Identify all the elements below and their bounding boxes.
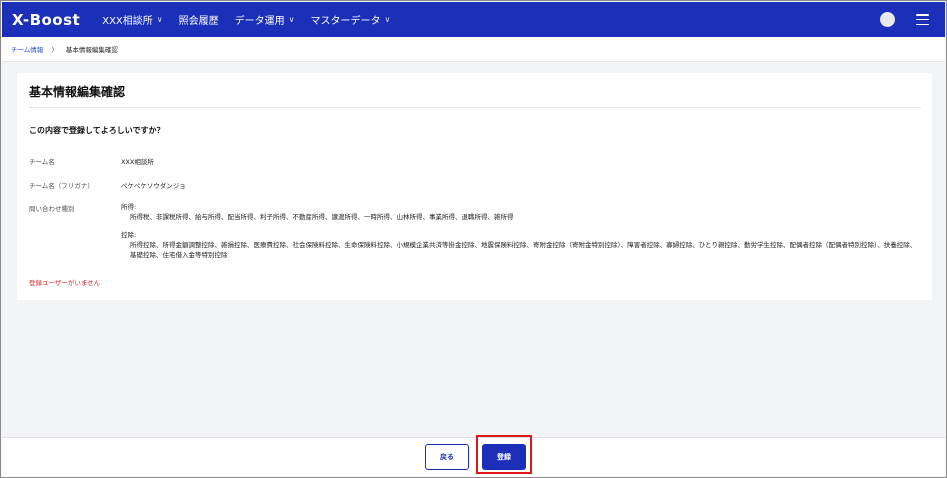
inquiry-income-block: 所得: 所得税、非課税所得、給与所得、配当所得、利子所得、不動産所得、譲渡所得、… [121, 202, 921, 222]
nav-item-master-data[interactable]: マスターデータ ∨ [311, 12, 391, 27]
inquiry-type-label: 問い合わせ種別 [29, 205, 75, 213]
inquiry-deduction-block: 控除: 所得控除、所得金額調整控除、雑損控除、医療費控除、社会保険料控除、生命保… [121, 230, 921, 260]
breadcrumb-link-team-info[interactable]: チーム情報 [11, 44, 43, 54]
chevron-down-icon: ∨ [156, 15, 163, 24]
nav-item-history[interactable]: 照会履歴 [179, 12, 219, 27]
nav-item-label: データ運用 [234, 16, 285, 27]
chevron-right-icon: 〉 [51, 46, 58, 54]
team-kana-value: ペケペケソウダンジョ [121, 182, 186, 190]
breadcrumb-current: 基本情報編集確認 [65, 46, 118, 54]
nav-item-data-ops[interactable]: データ運用 ∨ [235, 12, 295, 27]
main-nav: XXX相談所 ∨ 照会履歴 データ運用 ∨ マスターデータ ∨ [102, 12, 406, 27]
income-items: 所得税、非課税所得、給与所得、配当所得、利子所得、不動産所得、譲渡所得、一時所得… [130, 213, 514, 221]
chevron-down-icon: ∨ [288, 15, 295, 24]
app-logo[interactable]: X-Boost [12, 11, 80, 29]
team-name-label: チーム名 [29, 158, 55, 166]
no-users-warning: 登録ユーザーがいません [29, 279, 101, 287]
page-title: 基本情報編集確認 [29, 85, 126, 99]
confirmation-card: 基本情報編集確認 この内容で登録してよろしいですか？ チーム名 XXX相談所 チ… [17, 73, 932, 300]
nav-item-label: マスターデータ [310, 16, 381, 27]
app-window: X-Boost XXX相談所 ∨ 照会履歴 データ運用 ∨ マスターデータ ∨ … [0, 0, 947, 478]
confirmation-question: この内容で登録してよろしいですか？ [29, 126, 165, 135]
register-button[interactable]: 登録 [482, 444, 526, 470]
team-kana-label: チーム名（フリガナ） [29, 182, 94, 190]
income-heading: 所得: [121, 203, 137, 211]
divider [29, 107, 921, 108]
chevron-down-icon: ∨ [384, 15, 391, 24]
nav-item-label: 照会履歴 [178, 16, 219, 27]
top-nav-bar: X-Boost XXX相談所 ∨ 照会履歴 データ運用 ∨ マスターデータ ∨ [2, 2, 945, 37]
team-name-value: XXX相談所 [121, 158, 154, 166]
nav-item-office[interactable]: XXX相談所 ∨ [102, 12, 162, 27]
avatar[interactable] [880, 12, 895, 27]
hamburger-menu-icon[interactable] [916, 14, 929, 25]
deduction-items: 所得控除、所得金額調整控除、雑損控除、医療費控除、社会保険料控除、生命保険料控除… [130, 241, 917, 259]
breadcrumb: チーム情報 〉 基本情報編集確認 [2, 37, 945, 62]
action-footer: 戻る 登録 [2, 435, 945, 477]
back-button[interactable]: 戻る [425, 444, 469, 470]
deduction-heading: 控除: [121, 231, 137, 239]
nav-item-label: XXX相談所 [102, 16, 153, 27]
